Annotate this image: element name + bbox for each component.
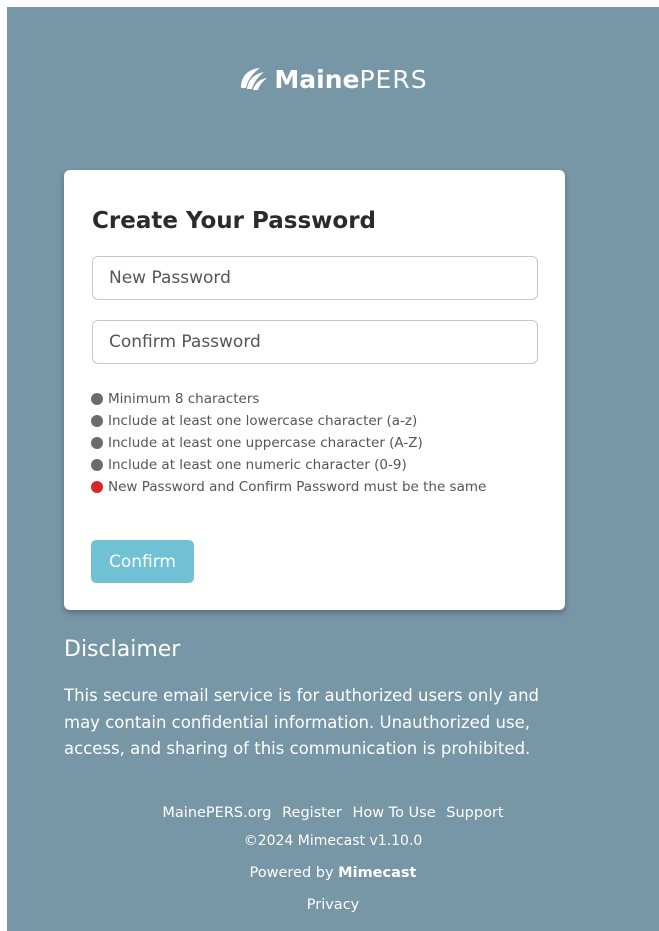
brand-logo: MainePERS bbox=[7, 65, 659, 99]
confirm-password-input[interactable] bbox=[92, 320, 538, 364]
rule-text: New Password and Confirm Password must b… bbox=[108, 479, 487, 495]
create-password-card: Create Your Password Minimum 8 character… bbox=[64, 170, 565, 610]
page-background: MainePERS Create Your Password Minimum 8… bbox=[7, 7, 659, 931]
rule-uppercase: Include at least one uppercase character… bbox=[91, 432, 511, 454]
status-dot-icon bbox=[91, 393, 103, 405]
footer-links: MainePERS.org Register How To Use Suppor… bbox=[7, 805, 659, 821]
status-dot-icon bbox=[91, 437, 103, 449]
rule-min-length: Minimum 8 characters bbox=[91, 388, 511, 410]
confirm-button[interactable]: Confirm bbox=[91, 540, 194, 583]
footer-link-mainepers[interactable]: MainePERS.org bbox=[162, 805, 271, 821]
disclaimer-text: This secure email service is for authori… bbox=[64, 686, 540, 758]
powered-by: Powered by Mimecast bbox=[7, 865, 659, 881]
status-dot-icon bbox=[91, 415, 103, 427]
privacy-wrapper: Privacy bbox=[7, 897, 659, 913]
brand-name-bold: Maine bbox=[274, 65, 360, 94]
rule-passwords-match: New Password and Confirm Password must b… bbox=[91, 476, 511, 498]
rule-text: Minimum 8 characters bbox=[108, 391, 260, 407]
copyright-text: ©2024 Mimecast v1.10.0 bbox=[243, 833, 423, 849]
brand-name-light: PERS bbox=[359, 65, 428, 94]
privacy-link[interactable]: Privacy bbox=[307, 897, 360, 913]
card-title: Create Your Password bbox=[92, 208, 377, 234]
new-password-input[interactable] bbox=[92, 256, 538, 300]
mainepers-leaf-icon bbox=[238, 66, 268, 99]
error-dot-icon bbox=[91, 481, 103, 493]
powered-by-brand: Mimecast bbox=[338, 865, 417, 881]
rule-text: Include at least one lowercase character… bbox=[108, 413, 418, 429]
footer-link-how-to-use[interactable]: How To Use bbox=[352, 805, 435, 821]
powered-by-prefix: Powered by bbox=[249, 865, 334, 881]
rule-text: Include at least one uppercase character… bbox=[108, 435, 423, 451]
disclaimer-title: Disclaimer bbox=[64, 637, 181, 662]
rule-lowercase: Include at least one lowercase character… bbox=[91, 410, 511, 432]
rule-numeric: Include at least one numeric character (… bbox=[91, 454, 511, 476]
password-rules-list: Minimum 8 characters Include at least on… bbox=[91, 388, 511, 498]
footer-link-register[interactable]: Register bbox=[282, 805, 342, 821]
status-dot-icon bbox=[91, 459, 103, 471]
footer-link-support[interactable]: Support bbox=[446, 805, 503, 821]
rule-text: Include at least one numeric character (… bbox=[108, 457, 407, 473]
